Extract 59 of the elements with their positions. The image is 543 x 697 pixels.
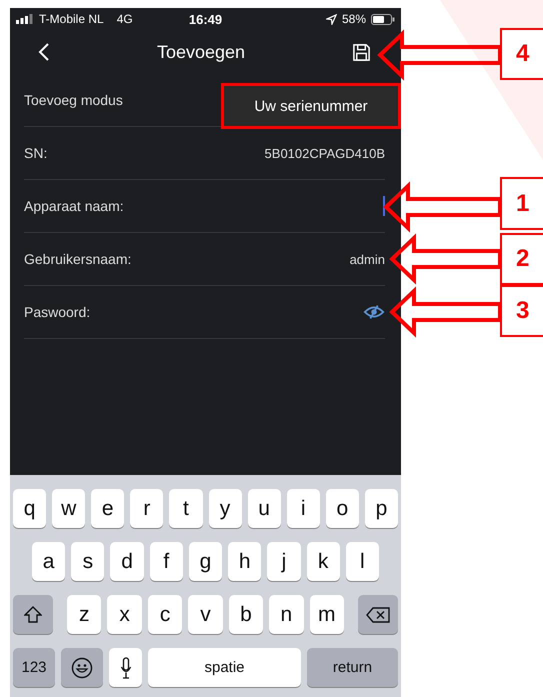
field-label: Apparaat naam: <box>24 198 124 214</box>
key[interactable]: g <box>188 542 222 581</box>
backspace-icon <box>366 606 390 622</box>
battery-percent: 58% <box>342 12 366 26</box>
screen-title: Toevoegen <box>156 42 246 62</box>
key[interactable]: c <box>148 595 182 634</box>
field-label: Gebruikersnaam: <box>24 251 132 267</box>
smiley-icon <box>71 656 93 678</box>
text-cursor <box>383 196 385 216</box>
callout-number: 2 <box>500 233 543 285</box>
field-label: SN: <box>24 145 48 161</box>
callout-number: 4 <box>500 28 543 80</box>
key[interactable]: q <box>13 489 46 528</box>
mode-select[interactable]: Uw serienummer <box>221 83 401 129</box>
battery-icon <box>371 14 395 24</box>
key[interactable]: k <box>306 542 340 581</box>
status-time: 16:49 <box>188 12 222 26</box>
field-label: Toevoeg modus <box>24 92 123 108</box>
key[interactable]: j <box>267 542 301 581</box>
key[interactable]: z <box>67 595 102 634</box>
location-icon <box>326 14 337 24</box>
chevron-left-icon <box>38 42 50 62</box>
key[interactable]: i <box>286 489 320 528</box>
carrier-name: T-Mobile NL <box>39 12 104 26</box>
key[interactable]: a <box>32 542 66 581</box>
shift-arrow-icon <box>24 606 42 623</box>
network-type: 4G <box>116 12 133 26</box>
key[interactable]: f <box>150 542 183 581</box>
signal-icon <box>16 14 34 24</box>
key[interactable]: s <box>71 542 104 581</box>
key[interactable]: p <box>364 489 398 528</box>
field-label: Paswoord: <box>24 304 90 320</box>
shift-key[interactable] <box>13 595 54 634</box>
serial-number: 5B0102CPAGD410B <box>264 146 385 160</box>
key[interactable]: r <box>130 489 164 528</box>
key[interactable]: n <box>269 595 304 634</box>
key[interactable]: w <box>52 489 86 528</box>
key[interactable]: b <box>228 595 264 634</box>
key[interactable]: e <box>91 489 124 528</box>
key[interactable]: u <box>248 489 281 528</box>
backspace-key[interactable] <box>358 595 398 634</box>
input-field[interactable]: admin <box>350 249 385 269</box>
callout-number: 1 <box>500 177 543 230</box>
key[interactable]: l <box>346 542 379 581</box>
key[interactable]: y <box>208 489 242 528</box>
key[interactable]: m <box>310 595 344 634</box>
microphone-icon <box>120 656 132 678</box>
callout-number: 3 <box>500 285 543 337</box>
key[interactable]: o <box>326 489 359 528</box>
emoji-key[interactable] <box>61 648 103 687</box>
key[interactable]: t <box>169 489 202 528</box>
key[interactable]: h <box>228 542 262 581</box>
return-key[interactable]: return <box>307 648 398 687</box>
numbers-key[interactable]: 123 <box>13 648 55 687</box>
key[interactable]: v <box>188 595 223 634</box>
key[interactable]: d <box>110 542 144 581</box>
space-key[interactable]: spatie <box>148 648 301 687</box>
key[interactable]: x <box>107 595 142 634</box>
microphone-key[interactable] <box>109 648 142 687</box>
